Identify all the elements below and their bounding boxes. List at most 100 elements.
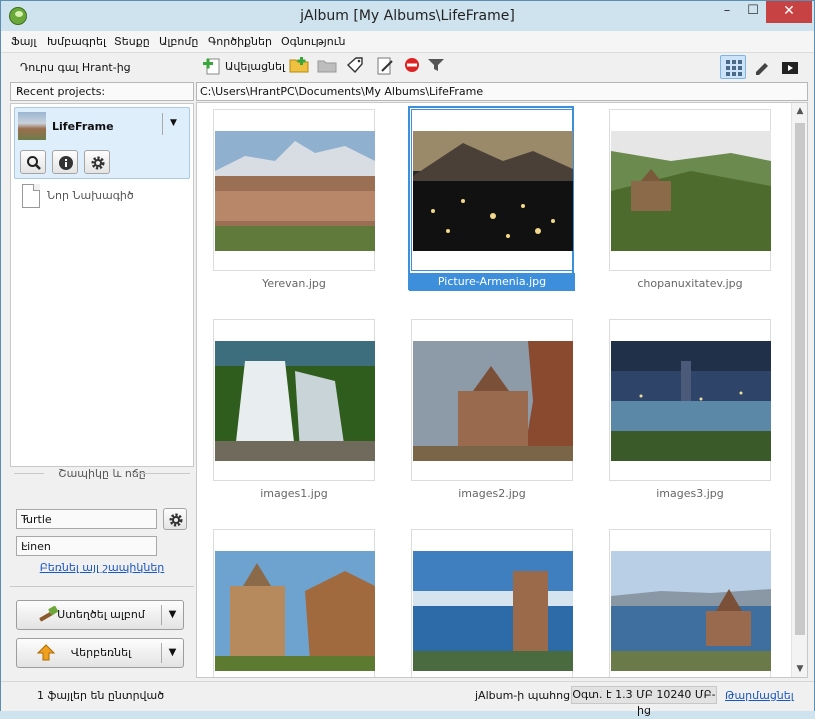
thumbnail-frame <box>411 109 573 271</box>
thumbnail-frame <box>411 319 573 481</box>
menu-file[interactable]: Ֆայլ <box>11 35 36 48</box>
app-window: jAlbum [My Albums\LifeFrame] – ☐ ✕ Ֆայլ … <box>0 0 815 717</box>
thumbnail-image <box>215 131 375 251</box>
tag-button[interactable] <box>345 56 367 78</box>
image-grid: Yerevan.jpg Picture-Armenia.jpg chopanux… <box>196 102 808 678</box>
project-item-lifeframe[interactable]: LifeFrame ▼ <box>14 107 190 179</box>
storage-usage: Օգտ. է 1.3 ՄԲ 10240 ՄԲ-ից <box>571 686 717 717</box>
project-list: LifeFrame ▼ Նոր Նախագիծ <box>10 103 194 467</box>
new-project-label: Նոր Նախագիծ <box>47 189 134 202</box>
new-folder-icon <box>289 57 309 73</box>
image-caption: images2.jpg <box>458 487 526 500</box>
project-name: LifeFrame <box>52 120 114 133</box>
image-tile[interactable]: images3.jpg <box>609 313 771 500</box>
thumbnail-frame <box>609 529 771 677</box>
edit-mode-button[interactable] <box>748 55 774 79</box>
search-icon <box>27 156 41 170</box>
vertical-scrollbar[interactable]: ▲ ▼ <box>791 103 807 677</box>
edit-button[interactable] <box>375 56 397 78</box>
storage-label: jAlbum-ի պահոցը: <box>475 689 581 702</box>
make-album-button[interactable]: Ստեղծել ալբոմ ▼ <box>16 600 184 630</box>
tag-icon <box>346 57 363 74</box>
find-skins-link[interactable]: Բեռնել այլ շապիկներ <box>10 561 194 574</box>
project-settings-button[interactable] <box>84 150 110 174</box>
scroll-down-icon[interactable]: ▼ <box>792 664 807 674</box>
filter-button[interactable] <box>427 56 447 78</box>
thumbnail-view-button[interactable] <box>720 55 746 79</box>
filter-icon <box>428 59 444 71</box>
project-menu-button[interactable]: ▼ <box>162 113 184 135</box>
close-button[interactable]: ✕ <box>766 1 812 23</box>
image-tile[interactable]: Yerevan.jpg <box>213 103 375 290</box>
menu-help[interactable]: Օգնություն <box>281 35 345 48</box>
minimize-button[interactable]: – <box>714 1 740 23</box>
scroll-thumb[interactable] <box>795 123 805 635</box>
menu-album[interactable]: Ալբոմը <box>159 35 198 48</box>
thumbnail-frame <box>213 109 375 271</box>
menu-view[interactable]: Տեսքը <box>114 35 150 48</box>
scroll-up-icon[interactable]: ▲ <box>792 106 807 116</box>
thumbnail-image <box>413 551 573 671</box>
image-tile[interactable]: images1.jpg <box>213 313 375 500</box>
menu-bar: Ֆայլ Խմբագրել Տեսքը Ալբոմը Գործիքներ Օգն… <box>1 31 814 53</box>
image-tile[interactable]: images2.jpg <box>411 313 573 500</box>
search-button[interactable] <box>20 150 46 174</box>
skin-select[interactable]: Turtle ⌄ <box>16 509 157 529</box>
maximize-button[interactable]: ☐ <box>740 1 766 23</box>
image-caption: Yerevan.jpg <box>262 277 326 290</box>
thumbnail-image <box>611 551 771 671</box>
skin-style-heading: Շապիկը և ոճը <box>58 467 146 480</box>
thumbnail-frame <box>609 109 771 271</box>
image-tile[interactable] <box>411 523 573 677</box>
image-tile[interactable]: chopanuxitatev.jpg <box>609 103 771 290</box>
thumbnail-frame <box>213 529 375 677</box>
new-folder-button[interactable] <box>289 56 311 78</box>
upgrade-link[interactable]: Թարմացնել <box>725 689 794 702</box>
image-caption: Picture-Armenia.jpg <box>409 273 575 291</box>
selection-status: 1 ֆայլեր են ընտրված <box>37 689 165 702</box>
recent-projects-select[interactable]: Recent projects: ⌄ <box>10 82 194 101</box>
thumbnail-image <box>215 551 375 671</box>
delete-button[interactable] <box>403 56 421 78</box>
gear-icon <box>169 513 183 527</box>
thumbnail-frame <box>609 319 771 481</box>
info-icon <box>59 156 73 170</box>
thumbnail-image <box>413 341 573 461</box>
info-button[interactable] <box>52 150 78 174</box>
logout-link[interactable]: Դուրս գալ Hrant-ից <box>20 61 131 74</box>
slideshow-button[interactable] <box>776 55 802 79</box>
add-file-icon <box>203 58 220 75</box>
gear-icon <box>91 156 105 170</box>
thumbnail-image <box>215 341 375 461</box>
thumbnail-image <box>611 131 771 251</box>
title-bar[interactable]: jAlbum [My Albums\LifeFrame] – ☐ ✕ <box>1 1 814 31</box>
pencil-icon <box>756 63 768 75</box>
menu-edit[interactable]: Խմբագրել <box>47 35 106 48</box>
toolbar: Ավելացնել <box>197 53 809 81</box>
upload-button[interactable]: Վերբեռնել ▼ <box>16 638 184 668</box>
chevron-down-icon: ⌄ <box>21 512 30 523</box>
image-caption: images1.jpg <box>260 487 328 500</box>
remove-icon <box>405 58 419 72</box>
skin-settings-button[interactable] <box>163 508 187 530</box>
divider <box>10 586 194 587</box>
style-select[interactable]: Linen ⌄ <box>16 536 157 556</box>
menu-tools[interactable]: Գործիքներ <box>208 35 272 48</box>
upload-menu-button[interactable]: ▼ <box>161 643 183 663</box>
path-bar[interactable]: C:\Users\HrantPC\Documents\My Albums\Lif… <box>196 82 808 101</box>
make-album-menu-button[interactable]: ▼ <box>161 605 183 625</box>
image-tile[interactable]: Picture-Armenia.jpg <box>408 103 575 291</box>
new-project-item[interactable]: Նոր Նախագիծ <box>19 184 179 210</box>
image-tile[interactable] <box>609 523 771 677</box>
thumbnail-frame <box>213 319 375 481</box>
image-caption: chopanuxitatev.jpg <box>637 277 743 290</box>
status-bar: 1 ֆայլեր են ընտրված jAlbum-ի պահոցը: Օգտ… <box>1 681 814 717</box>
add-label: Ավելացնել <box>225 60 285 73</box>
folder-button[interactable] <box>317 56 339 78</box>
thumbnail-frame <box>411 529 573 677</box>
new-document-icon <box>22 184 40 208</box>
window-title: jAlbum [My Albums\LifeFrame] <box>300 8 515 24</box>
current-path: C:\Users\HrantPC\Documents\My Albums\Lif… <box>200 85 484 98</box>
image-tile[interactable] <box>213 523 375 677</box>
add-button[interactable]: Ավելացնել <box>201 56 285 78</box>
